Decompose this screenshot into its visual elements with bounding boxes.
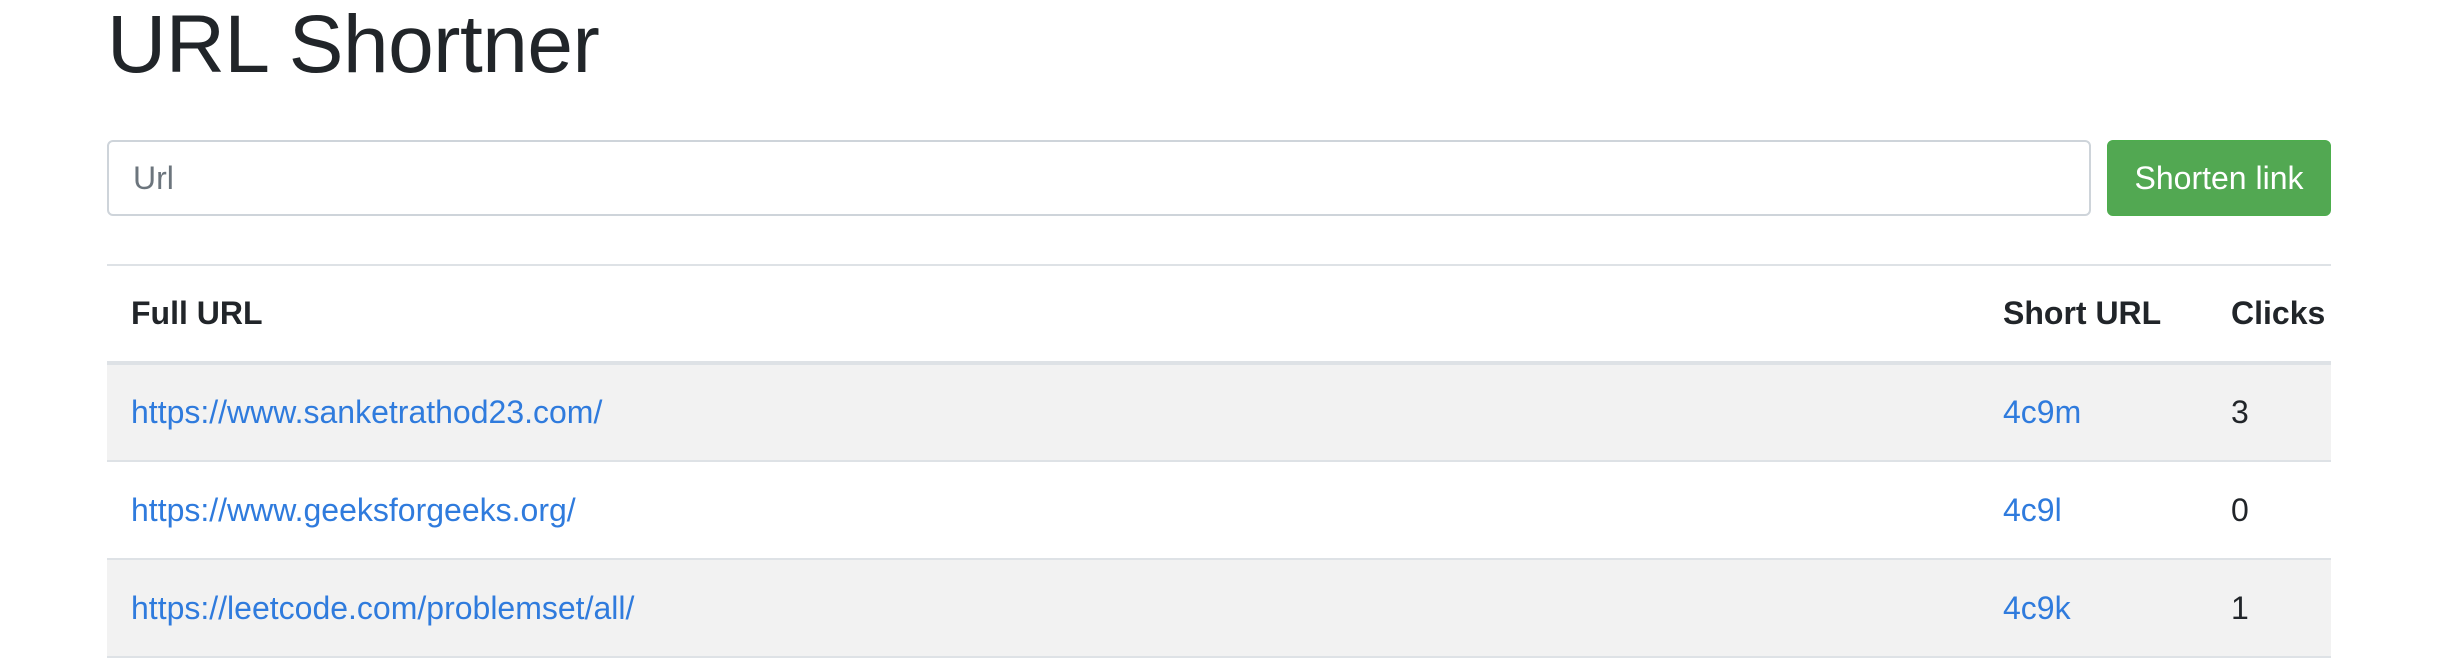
- table-row: https://www.geeksforgeeks.org/ 4c9l 0: [107, 461, 2331, 559]
- short-url-cell: 4c9m: [1979, 363, 2207, 461]
- short-url-cell: 4c9k: [1979, 559, 2207, 657]
- clicks-count: 1: [2231, 589, 2249, 626]
- clicks-count: 0: [2231, 491, 2249, 528]
- column-header-clicks: Clicks: [2231, 295, 2326, 331]
- shorten-link-button[interactable]: Shorten link: [2107, 140, 2331, 216]
- full-url-link[interactable]: https://leetcode.com/problemset/all/: [131, 590, 634, 626]
- table-row: https://www.sanketrathod23.com/ 4c9m 3: [107, 363, 2331, 461]
- short-url-link[interactable]: 4c9l: [2003, 492, 2062, 528]
- full-url-cell: https://www.sanketrathod23.com/: [107, 363, 1979, 461]
- full-url-link[interactable]: https://www.geeksforgeeks.org/: [131, 492, 576, 528]
- table-row: https://leetcode.com/problemset/all/ 4c9…: [107, 559, 2331, 657]
- table-header: Full URL Short URL Clicks: [107, 265, 2331, 363]
- short-url-cell: 4c9l: [1979, 461, 2207, 559]
- full-url-cell: https://www.geeksforgeeks.org/: [107, 461, 1979, 559]
- column-header-short-url: Short URL: [2003, 295, 2162, 331]
- page-title: URL Shortner: [107, 0, 600, 90]
- clicks-count: 3: [2231, 394, 2249, 430]
- urls-table: Full URL Short URL Clicks https://www.sa…: [107, 264, 2331, 658]
- short-url-link[interactable]: 4c9m: [2003, 394, 2081, 430]
- column-header-full-url: Full URL: [131, 295, 263, 331]
- table-header-row: Full URL Short URL Clicks: [107, 265, 2331, 363]
- url-input[interactable]: [107, 140, 2091, 216]
- shorten-form: Shorten link: [107, 140, 2331, 216]
- full-url-link[interactable]: https://www.sanketrathod23.com/: [131, 394, 602, 430]
- table-body: https://www.sanketrathod23.com/ 4c9m 3 h…: [107, 363, 2331, 657]
- full-url-cell: https://leetcode.com/problemset/all/: [107, 559, 1979, 657]
- short-url-link[interactable]: 4c9k: [2003, 590, 2071, 626]
